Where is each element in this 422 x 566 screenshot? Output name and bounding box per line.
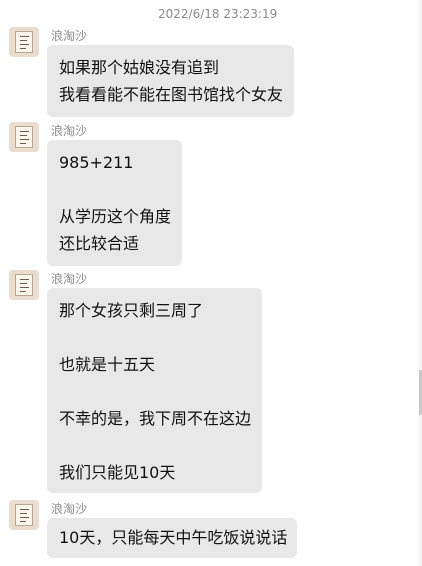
sender-name: 浪淘沙 xyxy=(51,502,88,516)
message-bubble[interactable]: 如果那个姑娘没有追到 我看看能不能在图书馆找个女友 xyxy=(47,45,294,117)
message-text-line: 还比较合适 xyxy=(59,234,140,253)
message-bubble[interactable]: 10天，只能每天中午吃饭说说话 xyxy=(47,518,297,558)
message-text-line: 从学历这个角度 xyxy=(59,207,172,226)
sender-avatar[interactable] xyxy=(9,27,39,57)
message-text-line: 我看看能不能在图书馆找个女友 xyxy=(59,85,284,104)
document-icon xyxy=(15,274,33,296)
message-text-line: 也就是十五天 xyxy=(59,355,156,374)
message-text-line: 10天，只能每天中午吃饭说说话 xyxy=(59,528,288,547)
sender-name: 浪淘沙 xyxy=(51,29,88,43)
document-icon xyxy=(15,31,33,53)
message-text-line: 985+211 xyxy=(59,153,134,172)
sender-name: 浪淘沙 xyxy=(51,124,88,138)
message-text-line: 我们只能见10天 xyxy=(59,463,176,482)
message-text-line: 不幸的是，我下周不在这边 xyxy=(59,409,252,428)
message-timestamp: 2022/6/18 23:23:19 xyxy=(158,7,278,21)
message-bubble[interactable]: 那个女孩只剩三周了 也就是十五天 不幸的是，我下周不在这边 我们只能见10天 xyxy=(47,288,262,493)
sender-avatar[interactable] xyxy=(9,500,39,530)
message-bubble[interactable]: 985+211 从学历这个角度 还比较合适 xyxy=(47,140,182,266)
message-text-line: 如果那个姑娘没有追到 xyxy=(59,58,220,77)
message-text-line: 那个女孩只剩三周了 xyxy=(59,301,204,320)
document-icon xyxy=(15,504,33,526)
sender-avatar[interactable] xyxy=(9,270,39,300)
sender-name: 浪淘沙 xyxy=(51,272,88,286)
document-icon xyxy=(15,126,33,148)
sender-avatar[interactable] xyxy=(9,122,39,152)
